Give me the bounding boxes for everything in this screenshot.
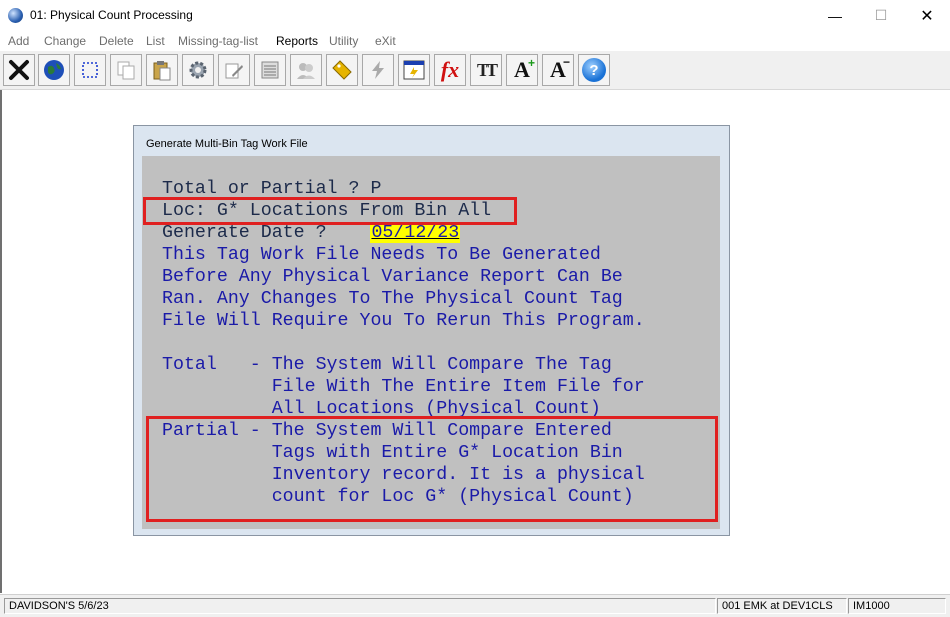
toolbar: fx TT A + A − ? (0, 51, 950, 90)
close-button[interactable]: ✕ (904, 0, 950, 31)
help-icon[interactable]: ? (578, 54, 610, 86)
partial-highlight-box (146, 416, 718, 522)
function-icon[interactable]: fx (434, 54, 466, 86)
edit-icon[interactable] (218, 54, 250, 86)
lightning-icon[interactable] (362, 54, 394, 86)
location-highlight-box (143, 197, 517, 225)
status-user: 001 EMK at DEV1CLS (717, 598, 847, 614)
menu-add[interactable]: Add (8, 34, 29, 48)
status-company-date: DAVIDSON'S 5/6/23 (4, 598, 716, 614)
info-line: This Tag Work File Needs To Be Generated (162, 245, 601, 265)
paste-icon[interactable] (146, 54, 178, 86)
globe-icon[interactable] (38, 54, 70, 86)
font-increase-icon[interactable]: A + (506, 54, 538, 86)
info-line: Before Any Physical Variance Report Can … (162, 267, 623, 287)
menu-delete[interactable]: Delete (99, 34, 134, 48)
copy-icon[interactable] (110, 54, 142, 86)
settings-gear-icon[interactable] (182, 54, 214, 86)
list-view-icon[interactable] (254, 54, 286, 86)
menu-bar: Add Change Delete List Missing-tag-list … (0, 31, 950, 51)
status-program: IM1000 (848, 598, 946, 614)
window-title: 01: Physical Count Processing (30, 8, 193, 22)
menu-list[interactable]: List (146, 34, 165, 48)
menu-reports[interactable]: Reports (276, 34, 318, 48)
title-bar: 01: Physical Count Processing — ☐ ✕ (0, 0, 950, 31)
menu-missing-tag-list[interactable]: Missing-tag-list (178, 34, 258, 48)
select-rect-icon[interactable] (74, 54, 106, 86)
generate-date-input[interactable]: 05/12/23 (370, 223, 461, 243)
dialog-title: Generate Multi-Bin Tag Work File (146, 138, 308, 150)
maximize-button[interactable]: ☐ (858, 0, 904, 31)
calculator-icon[interactable] (398, 54, 430, 86)
generate-date-line: Generate Date ? 05/12/23 (162, 222, 461, 244)
generate-date-label: Generate Date ? (162, 223, 371, 243)
menu-change[interactable]: Change (44, 34, 86, 48)
exit-x-icon[interactable] (3, 54, 35, 86)
users-icon[interactable] (290, 54, 322, 86)
text-format-icon[interactable]: TT (470, 54, 502, 86)
status-bar: DAVIDSON'S 5/6/23 001 EMK at DEV1CLS IM1… (0, 594, 950, 617)
menu-utility[interactable]: Utility (329, 34, 358, 48)
app-globe-icon (8, 8, 23, 23)
total-description-line: Total - The System Will Compare The Tag (162, 355, 612, 375)
total-description-line: File With The Entire Item File for (162, 377, 645, 397)
minimize-button[interactable]: — (812, 0, 858, 31)
menu-exit[interactable]: eXit (375, 34, 396, 48)
font-decrease-icon[interactable]: A − (542, 54, 574, 86)
tag-icon[interactable] (326, 54, 358, 86)
info-line: Ran. Any Changes To The Physical Count T… (162, 289, 623, 309)
info-line: File Will Require You To Rerun This Prog… (162, 311, 645, 331)
